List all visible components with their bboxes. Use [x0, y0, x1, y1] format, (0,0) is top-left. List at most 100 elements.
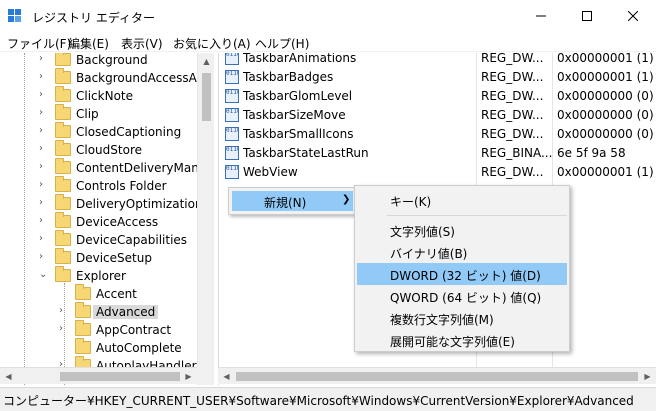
value-row[interactable]: 0110 TaskbarSmallIcons REG_DW... 0x00000000… — [219, 125, 656, 144]
tree-item[interactable]: › DeviceSetup — [0, 248, 200, 267]
chevron-right-icon[interactable]: › — [39, 161, 49, 173]
value-row[interactable]: 0110 TaskbarGlomLevel REG_DW... 0x00000000 … — [219, 87, 656, 106]
tree-item[interactable]: › Advanced — [0, 302, 200, 321]
value-type: REG_DW... — [481, 53, 544, 65]
scroll-left-icon[interactable]: ◀ — [218, 368, 235, 385]
folder-icon — [55, 68, 71, 84]
binary-value-icon: 0110 — [225, 146, 239, 160]
value-row[interactable]: 0110 TaskbarAnimations REG_DW... 0x00000001… — [219, 53, 656, 68]
value-row[interactable]: 0110 TaskbarStateLastRun REG_BINA... 6e 5f … — [219, 144, 656, 163]
menu-view[interactable]: 表示(V) — [121, 35, 163, 52]
tree-item[interactable]: › Background — [0, 53, 200, 69]
value-name: TaskbarGlomLevel — [243, 89, 353, 103]
scroll-right-icon[interactable]: ▶ — [180, 368, 197, 385]
tree-item[interactable]: › Controls Folder — [0, 176, 200, 195]
tree-item-label: Background — [76, 53, 148, 67]
folder-icon — [55, 86, 71, 102]
tree-vertical-scrollbar[interactable]: ▲ — [197, 53, 214, 385]
value-data: 0x00000000 (0) — [557, 127, 654, 141]
chevron-right-icon[interactable]: › — [39, 71, 49, 83]
value-row[interactable]: 0110 WebView REG_DW... 0x00000001 (1) — [219, 163, 656, 182]
scroll-thumb[interactable] — [202, 73, 211, 121]
tree-item[interactable]: › ClosedCaptioning — [0, 122, 200, 141]
folder-icon — [55, 212, 71, 228]
tree-horizontal-scrollbar[interactable]: ◀ ▶ — [0, 367, 197, 384]
folder-icon — [55, 140, 71, 156]
tree-item-label: DeviceCapabilities — [76, 233, 188, 247]
binary-value-icon: 0110 — [225, 165, 239, 179]
minimize-icon — [536, 15, 546, 17]
tree-item[interactable]: › DeviceCapabilities — [0, 230, 200, 249]
tree-item[interactable]: › ContentDeliveryManag — [0, 158, 212, 177]
folder-icon — [55, 176, 71, 192]
value-type: REG_BINA... — [481, 146, 553, 160]
folder-icon — [55, 230, 71, 246]
chevron-right-icon[interactable]: › — [39, 251, 49, 263]
binary-value-icon: 0110 — [225, 70, 239, 84]
key-tree[interactable]: › Background › BackgroundAccessApp › ClickNot… — [0, 53, 213, 385]
chevron-right-icon[interactable]: › — [39, 107, 49, 119]
submenu-item[interactable]: 展開可能な文字列値(E) — [357, 329, 567, 351]
chevron-right-icon[interactable]: › — [39, 215, 49, 227]
chevron-down-icon[interactable]: ⌄ — [39, 269, 49, 281]
scroll-left-icon[interactable]: ◀ — [0, 368, 17, 385]
submenu-item[interactable]: バイナリ値(B) — [357, 241, 567, 263]
minimize-button[interactable] — [518, 0, 564, 32]
window-title: レジストリ エディター — [32, 11, 155, 25]
scroll-thumb[interactable] — [236, 372, 638, 381]
folder-icon — [55, 266, 71, 282]
tree-item[interactable]: › DeviceAccess — [0, 212, 200, 231]
value-type: REG_DW... — [481, 70, 544, 84]
value-row[interactable]: 0110 TaskbarBadges REG_DW... 0x00000001 (1) — [219, 68, 656, 87]
chevron-right-icon[interactable]: › — [59, 305, 69, 317]
new-submenu: キー(K) 文字列値(S) バイナリ値(B) DWORD (32 ビット) 値(D) Q… — [354, 185, 570, 352]
submenu-item[interactable]: DWORD (32 ビット) 値(D) — [357, 263, 567, 285]
tree-item[interactable]: ⌄ Explorer — [0, 266, 200, 285]
menu-help[interactable]: ヘルプ(H) — [255, 35, 309, 52]
chevron-right-icon[interactable]: › — [39, 197, 49, 209]
folder-icon — [75, 284, 91, 300]
chevron-right-icon[interactable]: › — [39, 53, 49, 65]
submenu-item-label: QWORD (64 ビット) 値(Q) — [390, 291, 542, 305]
tree-item[interactable]: Accent — [0, 284, 200, 303]
tree-item-label: ClickNote — [76, 89, 133, 103]
menu-separator — [387, 215, 567, 216]
context-menu-new-label: 新規(N) — [264, 196, 307, 210]
chevron-right-icon[interactable]: › — [39, 179, 49, 191]
value-name: TaskbarStateLastRun — [243, 146, 369, 160]
tree-item[interactable]: AutoComplete — [0, 338, 200, 357]
tree-item[interactable]: › AppContract — [0, 320, 200, 339]
tree-item[interactable]: › CloudStore — [0, 140, 200, 159]
value-row[interactable]: 0110 TaskbarSizeMove REG_DW... 0x00000000 (… — [219, 106, 656, 125]
menu-favorites[interactable]: お気に入り(A) — [173, 35, 251, 52]
maximize-button[interactable] — [564, 0, 610, 32]
value-data: 6e 5f 9a 58 — [557, 146, 626, 160]
chevron-right-icon[interactable]: › — [39, 143, 49, 155]
menu-edit[interactable]: 編集(E) — [68, 35, 109, 52]
scroll-right-icon[interactable]: ▶ — [639, 368, 656, 385]
tree-item[interactable]: › DeliveryOptimization — [0, 194, 203, 213]
tree-item[interactable]: › ClickNote — [0, 86, 200, 105]
tree-item[interactable]: › BackgroundAccessApp — [0, 68, 212, 87]
context-menu-new[interactable]: 新規(N) ❯ — [232, 191, 353, 211]
menu-file[interactable]: ファイル(F) — [7, 35, 71, 52]
submenu-item[interactable]: キー(K) — [357, 189, 567, 211]
chevron-right-icon[interactable]: › — [59, 323, 69, 335]
folder-icon — [55, 53, 71, 66]
chevron-right-icon[interactable]: › — [39, 233, 49, 245]
binary-value-icon: 0110 — [225, 89, 239, 103]
folder-icon — [75, 338, 91, 354]
value-name: WebView — [243, 165, 298, 179]
chevron-right-icon[interactable]: › — [39, 89, 49, 101]
scroll-up-icon[interactable]: ▲ — [198, 53, 215, 70]
values-horizontal-scrollbar[interactable]: ◀ ▶ — [218, 367, 656, 384]
tree-item[interactable]: › Clip — [0, 104, 200, 123]
submenu-item[interactable]: QWORD (64 ビット) 値(Q) — [357, 285, 567, 307]
submenu-item[interactable]: 複数行文字列値(M) — [357, 307, 567, 329]
submenu-item[interactable]: 文字列値(S) — [357, 219, 567, 241]
folder-icon — [55, 194, 71, 210]
value-data: 0x00000001 (1) — [557, 70, 654, 84]
close-button[interactable] — [610, 0, 656, 32]
chevron-right-icon[interactable]: › — [39, 125, 49, 137]
scroll-thumb[interactable] — [60, 372, 180, 381]
